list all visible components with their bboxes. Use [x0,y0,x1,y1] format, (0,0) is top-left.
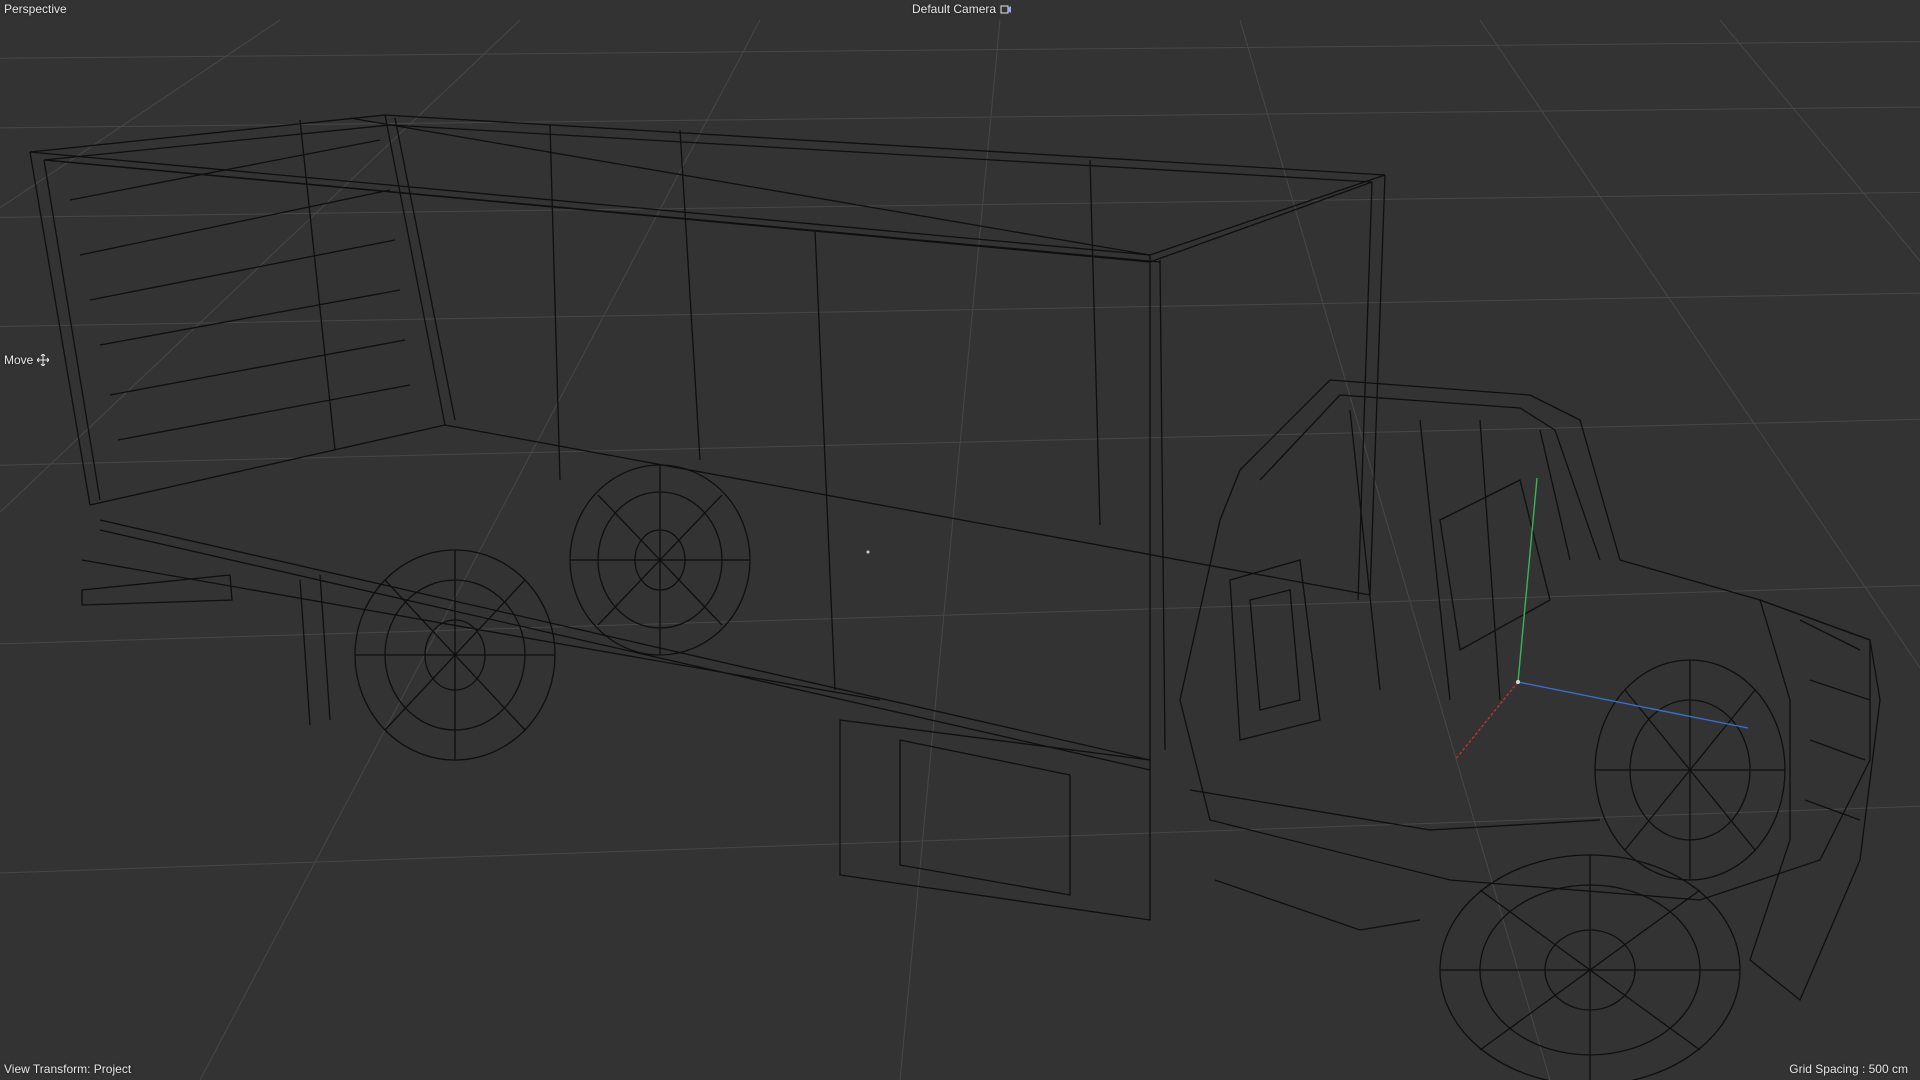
move-icon [37,354,50,366]
camera-name-label: Default Camera [912,2,997,16]
floor-grid [0,19,1920,1080]
pivot-point [866,550,870,554]
truck-wireframe[interactable] [29,114,1881,1080]
active-tool-indicator: Move [4,353,50,367]
grid-spacing-label: Grid Spacing : 500 cm [1789,1062,1908,1076]
3d-viewport[interactable]: Perspective Default Camera Move View Tra… [0,0,1920,1080]
gizmo-center[interactable] [1516,680,1520,684]
camera-icon [1000,3,1012,15]
view-name-label[interactable]: Perspective [4,2,67,16]
transform-gizmo[interactable] [1454,477,1749,761]
viewport-scene[interactable] [0,0,1920,1080]
view-transform-label: View Transform: Project [4,1062,132,1076]
camera-selector[interactable]: Default Camera [912,2,1012,16]
x-axis-handle[interactable] [1454,681,1519,761]
active-tool-label: Move [4,353,34,367]
